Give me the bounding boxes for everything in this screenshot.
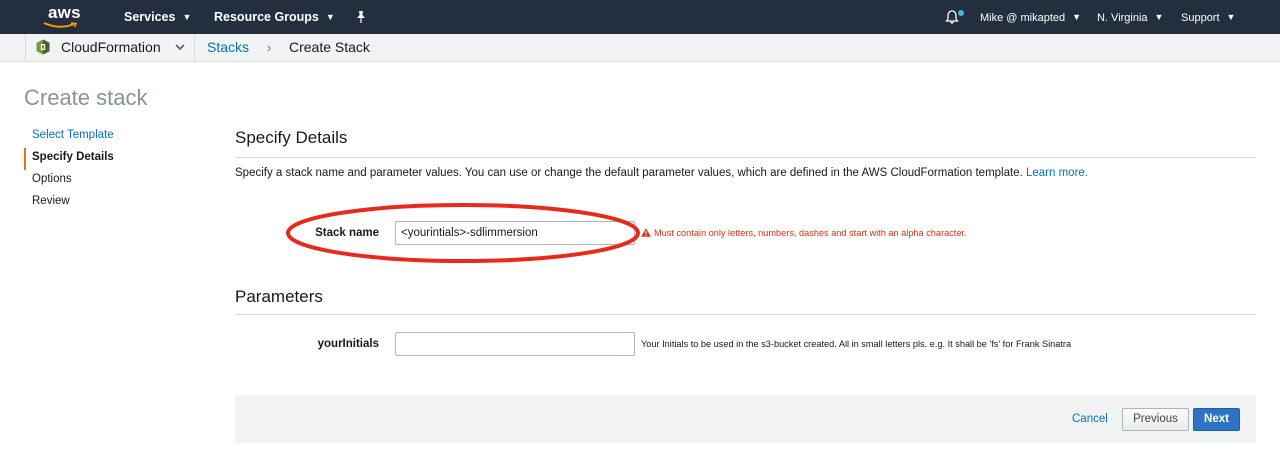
section-divider xyxy=(235,157,1256,158)
page-title: Create stack xyxy=(24,85,148,110)
previous-button[interactable]: Previous xyxy=(1122,408,1189,431)
your-initials-input[interactable] xyxy=(395,332,635,356)
cloudformation-icon xyxy=(36,39,50,55)
top-navigation-bar: aws Services ▼ Resource Groups ▼ Mike @ mi… xyxy=(0,0,1280,34)
support-menu[interactable]: Support ▼ xyxy=(1181,0,1235,34)
breadcrumb-current: Create Stack xyxy=(289,39,370,55)
aws-smile-icon xyxy=(43,22,78,28)
chevron-down-icon: ▼ xyxy=(1226,12,1236,22)
service-breadcrumb-bar: CloudFormation Stacks › Create Stack xyxy=(0,34,1280,62)
stack-name-error: Must contain only letters, numbers, dash… xyxy=(641,228,967,238)
learn-more-link[interactable]: Learn more. xyxy=(1026,167,1088,179)
step-review: Review xyxy=(32,195,70,207)
wizard-steps: Select Template Specify Details Options … xyxy=(24,126,204,214)
parameters-heading: Parameters xyxy=(235,287,323,306)
user-label: Mike @ mikapted xyxy=(980,12,1066,24)
stack-name-error-text: Must contain only letters, numbers, dash… xyxy=(654,228,967,238)
cancel-button[interactable]: Cancel xyxy=(1072,413,1108,425)
your-initials-help: Your Initials to be used in the s3-bucke… xyxy=(641,339,1072,349)
aws-logo[interactable]: aws xyxy=(40,2,90,32)
step-specify-details: Specify Details xyxy=(24,148,204,170)
annotation-highlight-ellipse xyxy=(286,203,640,263)
region-label: N. Virginia xyxy=(1097,12,1148,24)
breadcrumb-separator: › xyxy=(267,40,272,55)
chevron-down-icon: ▼ xyxy=(182,12,192,22)
step-select-template[interactable]: Select Template xyxy=(24,126,204,148)
chevron-down-icon xyxy=(175,44,185,51)
user-menu[interactable]: Mike @ mikapted ▼ xyxy=(980,0,1081,34)
pin-icon[interactable] xyxy=(355,10,367,24)
section-divider xyxy=(235,314,1256,315)
step-options: Options xyxy=(32,173,72,185)
next-button[interactable]: Next xyxy=(1193,408,1240,431)
breadcrumb-stacks-link[interactable]: Stacks xyxy=(207,34,249,61)
specify-details-heading: Specify Details xyxy=(235,128,348,147)
chevron-down-icon: ▼ xyxy=(325,12,335,22)
chevron-down-icon: ▼ xyxy=(1072,12,1082,22)
resource-groups-menu[interactable]: Resource Groups ▼ xyxy=(214,0,335,34)
service-switcher[interactable]: CloudFormation xyxy=(25,34,195,62)
aws-logo-text: aws xyxy=(48,3,81,22)
services-label: Services xyxy=(124,10,176,24)
notification-indicator xyxy=(958,10,964,16)
support-label: Support xyxy=(1181,12,1220,24)
details-description: Specify a stack name and parameter value… xyxy=(235,167,1088,179)
description-text: Specify a stack name and parameter value… xyxy=(235,167,1023,179)
services-menu[interactable]: Services ▼ xyxy=(124,0,191,34)
region-menu[interactable]: N. Virginia ▼ xyxy=(1097,0,1163,34)
resource-groups-label: Resource Groups xyxy=(214,10,319,24)
your-initials-label: yourInitials xyxy=(317,338,379,350)
chevron-down-icon: ▼ xyxy=(1154,12,1164,22)
service-label: CloudFormation xyxy=(61,39,161,55)
